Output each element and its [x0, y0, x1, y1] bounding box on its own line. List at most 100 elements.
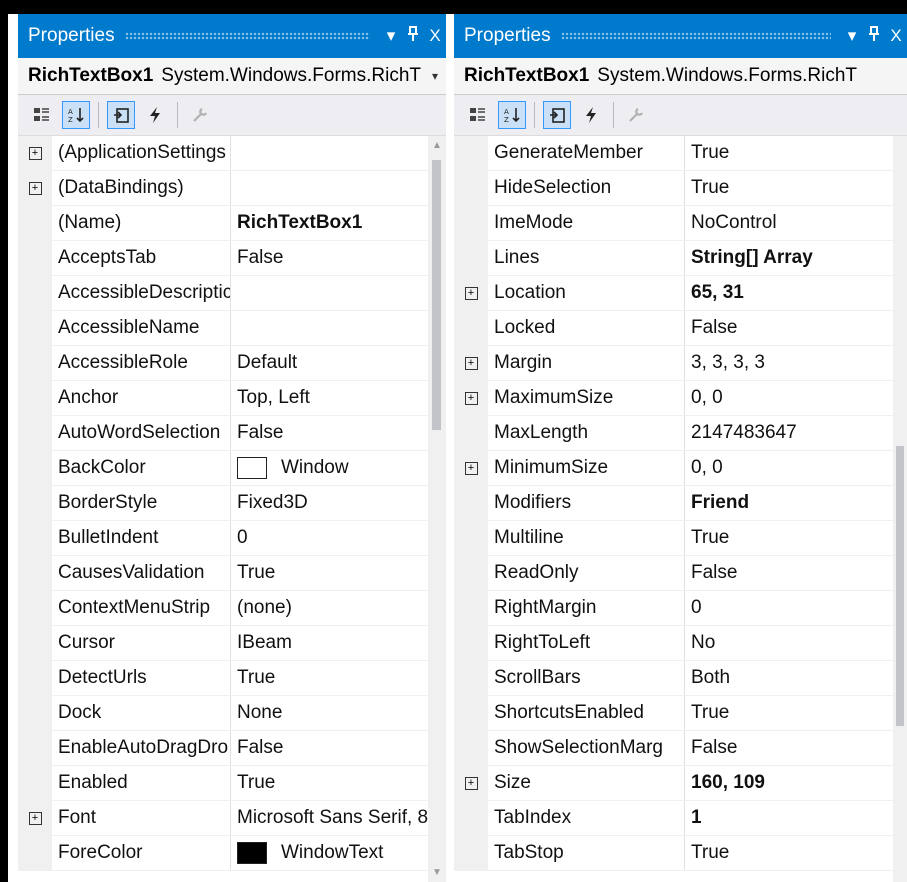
property-value[interactable]: NoControl	[685, 206, 907, 240]
property-value[interactable]: True	[685, 171, 907, 205]
plus-icon[interactable]: +	[28, 181, 42, 195]
property-value[interactable]	[231, 276, 446, 310]
object-selector[interactable]: RichTextBox1 System.Windows.Forms.RichT …	[18, 58, 446, 95]
events-icon[interactable]	[577, 101, 605, 129]
expand-icon[interactable]: +	[454, 346, 488, 380]
property-value[interactable]: True	[231, 661, 446, 695]
property-value[interactable]	[231, 171, 446, 205]
categorized-icon[interactable]	[28, 101, 56, 129]
expand-icon[interactable]: +	[454, 276, 488, 310]
panel-title-bar[interactable]: Properties ▾ X	[454, 14, 907, 58]
property-value[interactable]	[231, 311, 446, 345]
property-row[interactable]: Lines String[] Array	[454, 241, 907, 276]
chevron-down-icon[interactable]: ▾	[424, 69, 446, 83]
property-row[interactable]: + Font Microsoft Sans Serif, 8	[18, 801, 446, 836]
property-row[interactable]: + Margin 3, 3, 3, 3	[454, 346, 907, 381]
property-row[interactable]: + MinimumSize 0, 0	[454, 451, 907, 486]
property-row[interactable]: ForeColor WindowText	[18, 836, 446, 871]
property-row[interactable]: (Name) RichTextBox1	[18, 206, 446, 241]
property-row[interactable]: ReadOnly False	[454, 556, 907, 591]
property-row[interactable]: DetectUrls True	[18, 661, 446, 696]
window-position-dropdown-icon[interactable]: ▾	[380, 26, 402, 46]
property-value[interactable]: True	[685, 836, 907, 870]
property-row[interactable]: RightToLeft No	[454, 626, 907, 661]
object-selector[interactable]: RichTextBox1 System.Windows.Forms.RichT	[454, 58, 907, 95]
plus-icon[interactable]: +	[28, 811, 42, 825]
property-value[interactable]: 0, 0	[685, 381, 907, 415]
property-row[interactable]: Locked False	[454, 311, 907, 346]
property-value[interactable]: No	[685, 626, 907, 660]
property-value[interactable]: True	[685, 521, 907, 555]
property-value[interactable]: 0, 0	[685, 451, 907, 485]
property-value[interactable]: Window	[231, 451, 446, 485]
property-value[interactable]: 1	[685, 801, 907, 835]
property-value[interactable]: Default	[231, 346, 446, 380]
property-value[interactable]: RichTextBox1	[231, 206, 446, 240]
property-row[interactable]: ScrollBars Both	[454, 661, 907, 696]
scrollbar-thumb[interactable]	[896, 446, 904, 726]
vertical-scrollbar[interactable]: ▲ ▼	[428, 136, 446, 882]
property-value[interactable]: False	[685, 311, 907, 345]
property-value[interactable]: IBeam	[231, 626, 446, 660]
property-value[interactable]: Top, Left	[231, 381, 446, 415]
property-value[interactable]: 0	[685, 591, 907, 625]
property-pages-icon[interactable]	[622, 101, 650, 129]
plus-icon[interactable]: +	[464, 356, 478, 370]
property-row[interactable]: Anchor Top, Left	[18, 381, 446, 416]
property-value[interactable]: WindowText	[231, 836, 446, 870]
property-row[interactable]: BorderStyle Fixed3D	[18, 486, 446, 521]
scroll-down-icon[interactable]: ▼	[428, 867, 446, 878]
window-position-dropdown-icon[interactable]: ▾	[841, 26, 863, 46]
property-row[interactable]: GenerateMember True	[454, 136, 907, 171]
property-row[interactable]: AutoWordSelection False	[18, 416, 446, 451]
vertical-scrollbar[interactable]	[893, 136, 907, 882]
property-row[interactable]: Cursor IBeam	[18, 626, 446, 661]
expand-icon[interactable]: +	[18, 136, 52, 170]
property-row[interactable]: CausesValidation True	[18, 556, 446, 591]
property-row[interactable]: + MaximumSize 0, 0	[454, 381, 907, 416]
property-row[interactable]: Enabled True	[18, 766, 446, 801]
property-row[interactable]: ContextMenuStrip (none)	[18, 591, 446, 626]
property-value[interactable]	[231, 136, 446, 170]
property-row[interactable]: Dock None	[18, 696, 446, 731]
plus-icon[interactable]: +	[464, 461, 478, 475]
property-value[interactable]: Both	[685, 661, 907, 695]
property-value[interactable]: False	[231, 241, 446, 275]
property-row[interactable]: BackColor Window	[18, 451, 446, 486]
property-value[interactable]: 65, 31	[685, 276, 907, 310]
property-value[interactable]: Microsoft Sans Serif, 8	[231, 801, 446, 835]
scroll-up-icon[interactable]: ▲	[428, 140, 446, 151]
pin-icon[interactable]	[402, 25, 424, 47]
property-row[interactable]: Modifiers Friend	[454, 486, 907, 521]
expand-icon[interactable]: +	[18, 801, 52, 835]
property-value[interactable]: None	[231, 696, 446, 730]
property-row[interactable]: MaxLength 2147483647	[454, 416, 907, 451]
property-row[interactable]: + (ApplicationSettings	[18, 136, 446, 171]
property-row[interactable]: AccessibleRole Default	[18, 346, 446, 381]
close-icon[interactable]: X	[885, 26, 907, 46]
scrollbar-thumb[interactable]	[432, 160, 441, 430]
property-value[interactable]: True	[231, 766, 446, 800]
property-row[interactable]: TabStop True	[454, 836, 907, 871]
expand-icon[interactable]: +	[18, 171, 52, 205]
alphabetical-icon[interactable]: AZ	[498, 101, 526, 129]
property-row[interactable]: RightMargin 0	[454, 591, 907, 626]
property-row[interactable]: AccessibleName	[18, 311, 446, 346]
property-value[interactable]: 3, 3, 3, 3	[685, 346, 907, 380]
events-icon[interactable]	[141, 101, 169, 129]
property-value[interactable]: 0	[231, 521, 446, 555]
panel-title-bar[interactable]: Properties ▾ X	[18, 14, 446, 58]
property-pages-icon[interactable]	[186, 101, 214, 129]
property-value[interactable]: False	[231, 731, 446, 765]
property-row[interactable]: HideSelection True	[454, 171, 907, 206]
expand-icon[interactable]: +	[454, 381, 488, 415]
properties-icon[interactable]	[543, 101, 571, 129]
property-row[interactable]: AcceptsTab False	[18, 241, 446, 276]
plus-icon[interactable]: +	[464, 391, 478, 405]
property-value[interactable]: False	[231, 416, 446, 450]
property-row[interactable]: BulletIndent 0	[18, 521, 446, 556]
property-value[interactable]: False	[685, 556, 907, 590]
property-value[interactable]: 160, 109	[685, 766, 907, 800]
plus-icon[interactable]: +	[464, 776, 478, 790]
plus-icon[interactable]: +	[464, 286, 478, 300]
